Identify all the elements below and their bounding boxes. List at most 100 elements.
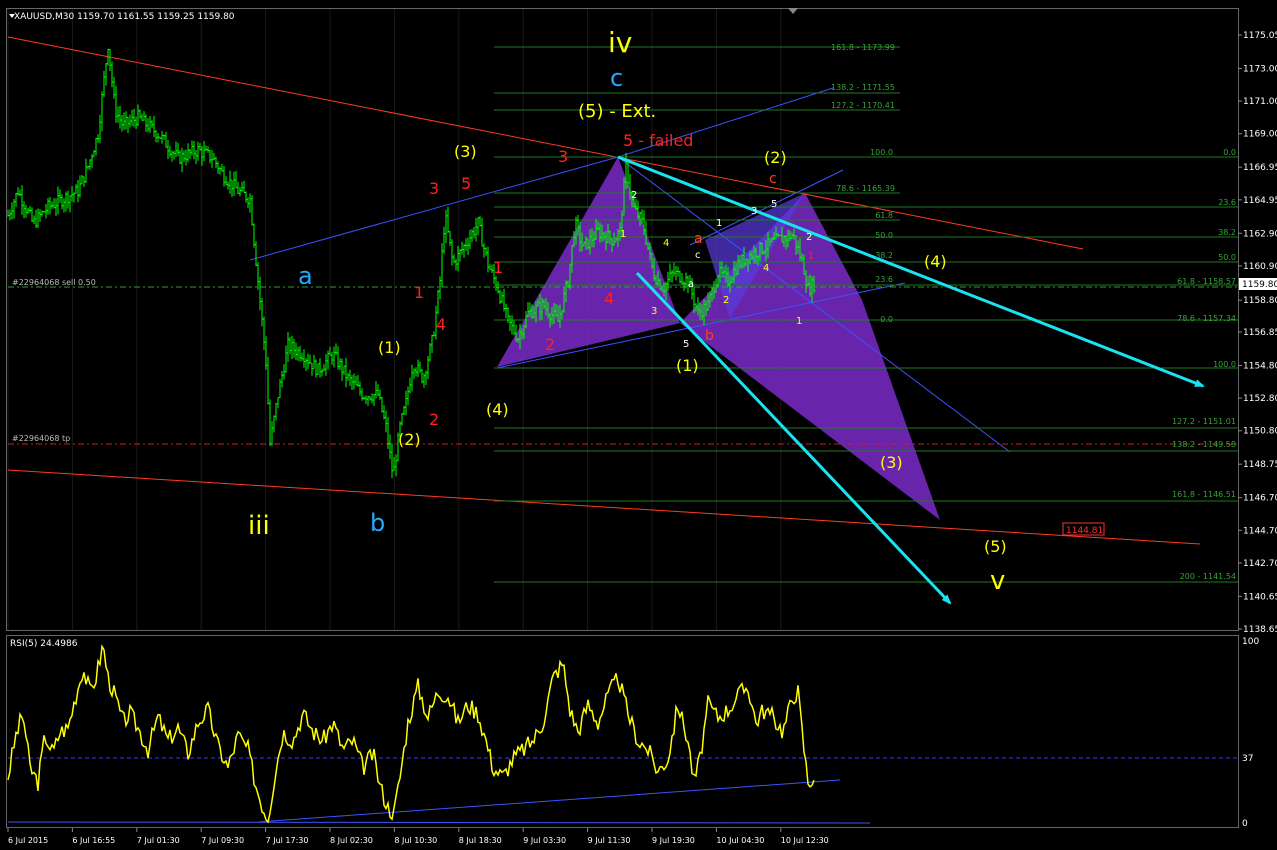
wave-5-failed: 5 - failed [623,131,693,150]
price-tick-label: 1160.90 [1243,262,1277,272]
price-tick-label: 1169.00 [1243,130,1277,140]
wave-v: v [990,566,1005,596]
fib-label: 100.0 [870,148,893,157]
svg-text:(1): (1) [378,338,401,357]
svg-text:(2): (2) [398,430,421,449]
svg-text:c: c [769,171,777,187]
fib-label: 78.6 - 1165.39 [836,184,895,193]
svg-text:(1): (1) [676,356,699,375]
svg-text:b: b [705,328,714,344]
svg-text:5: 5 [461,174,471,193]
time-tick-label: 7 Jul 17:30 [266,836,309,845]
fib-label: 23.6 [875,275,893,284]
svg-text:2: 2 [631,190,637,201]
price-tick-label: 1175.05 [1243,31,1277,41]
chart-header: XAUUSD,M30 1159.70 1161.55 1159.25 1159.… [14,12,235,22]
time-tick-label: 8 Jul 18:30 [459,836,502,845]
fib-label: 50.0 [1218,253,1236,262]
svg-text:3: 3 [429,179,439,198]
wave-5-ext: (5) - Ext. [578,101,656,122]
svg-text:1: 1 [796,316,802,327]
fib-label: 100.0 [1213,360,1236,369]
fib-label: 38.2 [875,251,893,260]
svg-text:1: 1 [493,258,503,277]
svg-text:1: 1 [414,283,424,302]
price-tick-label: 1173.00 [1243,64,1277,74]
rsi-tick: 37 [1242,754,1253,764]
svg-text:2: 2 [806,232,812,243]
price-tick-label: 1144.70 [1243,526,1277,536]
price-tick-label: 1162.90 [1243,229,1277,239]
svg-text:4: 4 [436,315,446,334]
svg-text:(4): (4) [924,252,947,271]
svg-text:4: 4 [604,289,614,308]
svg-text:1: 1 [716,218,722,229]
svg-text:a: a [688,279,694,290]
svg-text:2: 2 [545,335,555,354]
svg-text:5: 5 [771,199,777,210]
target-price-label: 1144.81 [1066,526,1103,536]
sell-order-label: #22964068 sell 0.50 [12,278,96,287]
price-tick-label: 1140.65 [1243,592,1277,602]
svg-text:a: a [694,231,703,247]
svg-text:(2): (2) [764,148,787,167]
time-tick-label: 9 Jul 19:30 [652,836,695,845]
fib-label: 0.0 [1223,148,1236,157]
time-tick-label: 10 Jul 04:30 [716,836,764,845]
fib-label: 138.2 - 1171.55 [831,83,895,92]
fib-label: 138.2 - 1149.58 [1172,440,1236,449]
svg-text:2: 2 [429,410,439,429]
time-tick-label: 10 Jul 12:30 [781,836,829,845]
fib-label: 127.2 - 1151.01 [1172,417,1236,426]
rsi-tick: 0 [1242,819,1248,829]
time-tick-label: 9 Jul 11:30 [588,836,631,845]
fib-label: 161.8 - 1146.51 [1172,490,1236,499]
fib-label: 78.6 - 1157.34 [1177,314,1236,323]
price-chart[interactable]: #22964068 sell 0.50 #22964068 tp 161.8 -… [0,0,1277,850]
time-tick-label: 7 Jul 01:30 [137,836,180,845]
svg-text:3: 3 [751,206,757,217]
price-tick-label: 1164.95 [1243,196,1277,206]
fib-label: 0.0 [880,315,893,324]
svg-text:(3): (3) [454,142,477,161]
tp-order-label: #22964068 tp [12,434,70,443]
svg-text:(3): (3) [880,453,903,472]
price-tick-label: 1148.75 [1243,460,1277,470]
rsi-tick: 100 [1242,637,1259,647]
wave-a-blue: a [298,262,313,290]
price-tick-label: 1138.65 [1243,625,1277,635]
price-tick-label: 1154.80 [1243,361,1277,371]
price-axis: 1175.05 1173.00 1171.00 1169.00 1166.95 1164.… [1238,31,1277,635]
svg-text:4: 4 [763,263,769,274]
time-tick-label: 6 Jul 2015 [8,836,48,845]
svg-text:4: 4 [663,238,669,249]
fib-label: 127.2 - 1170.41 [831,101,895,110]
svg-text:1: 1 [808,251,814,262]
svg-text:(5): (5) [984,537,1007,556]
price-tick-label: 1156.85 [1243,328,1277,338]
rsi-header: RSI(5) 24.4986 [10,639,78,649]
price-tick-label: 1142.70 [1243,559,1277,569]
fib-label: 38.2 [1218,228,1236,237]
wave-iii: iii [248,511,270,541]
price-tick-label: 1150.80 [1243,427,1277,437]
fib-label: 200 - 1141.54 [1180,572,1236,581]
svg-text:2: 2 [723,295,729,306]
rsi-pane-frame [6,635,1239,828]
current-price-label: 1159.80 [1242,280,1277,290]
wave-iv: iv [608,26,632,59]
fib-label: 61.8 [875,211,893,220]
price-tick-label: 1158.80 [1243,296,1277,306]
time-tick-label: 6 Jul 16:55 [72,836,115,845]
price-tick-label: 1152.80 [1243,394,1277,404]
svg-text:1: 1 [620,229,626,240]
price-tick-label: 1146.70 [1243,494,1277,504]
svg-text:(4): (4) [486,400,509,419]
time-tick-label: 8 Jul 02:30 [330,836,373,845]
svg-text:3: 3 [558,147,568,166]
price-tick-label: 1166.95 [1243,163,1277,173]
time-tick-label: 9 Jul 03:30 [523,836,566,845]
time-tick-label: 7 Jul 09:30 [201,836,244,845]
time-tick-label: 8 Jul 10:30 [394,836,437,845]
wave-b-blue: b [370,509,385,537]
